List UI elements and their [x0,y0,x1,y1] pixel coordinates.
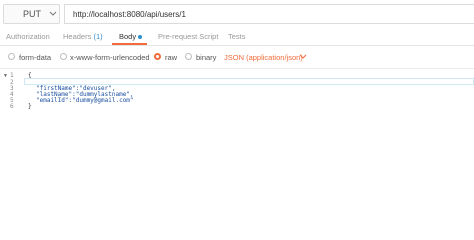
chevron-down-icon[interactable] [299,53,307,61]
method-dropdown[interactable]: PUT [3,4,60,24]
option-form-data-label: form-data [19,53,52,62]
tab-pre-request-script[interactable]: Pre-request Script [158,32,218,41]
body-type-options: form-data x-www-form-urlencoded raw bina… [0,46,474,69]
fold-arrow-icon[interactable]: ▼ [3,73,8,79]
code-line: "emailId":"dummy@gmail.com" [36,97,134,104]
option-raw-label: raw [165,53,178,62]
code-line: { [28,72,32,79]
body-indicator-icon [138,35,143,40]
tab-headers[interactable]: Headers (1) [63,32,103,41]
tab-authorization[interactable]: Authorization [6,32,50,41]
format-dropdown[interactable]: JSON (application/json) [224,53,303,62]
line-number: 6 [10,103,14,110]
url-text: http://localhost:8080/api/users/1 [73,10,186,19]
request-bar: PUT http://localhost:8080/api/users/1 [0,0,474,27]
request-tabs: Authorization Headers (1) Body Pre-reque… [0,27,474,46]
radio-form-data[interactable] [8,53,15,60]
code-line: } [28,103,32,110]
tab-tests[interactable]: Tests [228,32,246,41]
active-line-highlight [24,78,474,85]
radio-x-www-form-urlencoded[interactable] [60,53,67,60]
option-binary-label: binary [196,53,217,62]
method-label: PUT [23,9,41,19]
radio-binary[interactable] [185,53,192,60]
active-tab-indicator [112,43,147,45]
line-gutter: ▼ 1 2 3 4 5 6 [0,69,22,232]
url-input[interactable]: http://localhost:8080/api/users/1 [64,4,474,24]
chevron-down-icon [49,11,57,16]
code-editor[interactable]: ▼ 1 2 3 4 5 6 { "firstName":"devuser", "… [0,69,474,232]
option-urlencoded-label: x-www-form-urlencoded [70,53,150,62]
radio-raw[interactable] [154,53,161,60]
tab-body[interactable]: Body [119,32,143,41]
headers-count: (1) [93,32,103,41]
